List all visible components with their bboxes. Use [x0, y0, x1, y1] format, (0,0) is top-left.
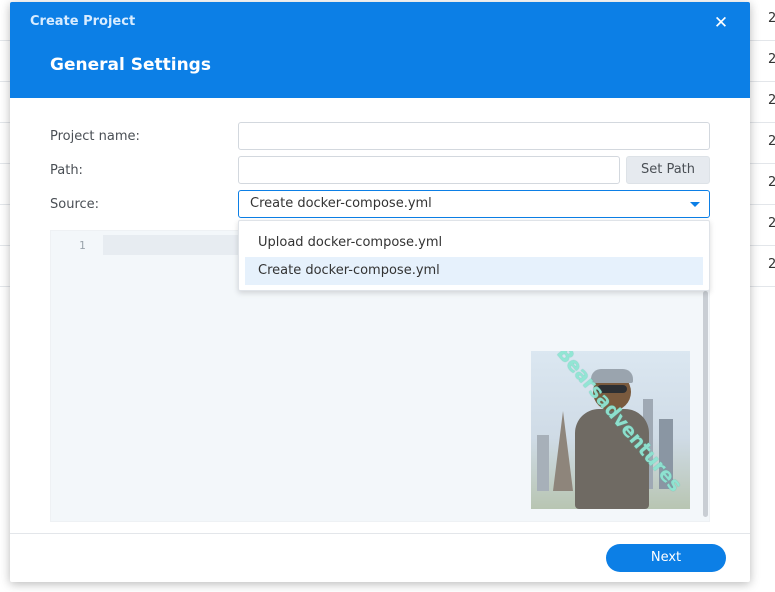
editor-active-line[interactable] [103, 235, 243, 255]
dropdown-option-upload[interactable]: Upload docker-compose.yml [245, 229, 703, 257]
city-building-shape [537, 435, 549, 491]
project-name-input[interactable] [238, 122, 710, 150]
close-icon[interactable]: ✕ [710, 12, 732, 34]
list-item-value: 2 [768, 257, 775, 272]
footer-divider [10, 533, 750, 534]
list-item-value: 2 [768, 175, 775, 190]
tower-shape [553, 411, 573, 491]
list-item-value: 2 [768, 52, 775, 67]
source-select-value: Create docker-compose.yml [250, 196, 432, 211]
watermark-image: Bearsadventures [531, 351, 690, 509]
path-input[interactable] [238, 156, 620, 184]
list-item-value: 2 [768, 93, 775, 108]
project-name-label: Project name: [50, 129, 140, 144]
line-number: 1 [79, 239, 86, 252]
dialog-header: Create Project ✕ General Settings [10, 2, 750, 98]
source-select[interactable]: Create docker-compose.yml [238, 190, 710, 218]
list-item-value: 2 [768, 134, 775, 149]
caret-down-icon [690, 202, 700, 207]
create-project-dialog: Create Project ✕ General Settings Projec… [10, 2, 750, 582]
list-item-value: 2 [768, 11, 775, 26]
dialog-title: Create Project [30, 14, 136, 29]
step-title: General Settings [50, 55, 211, 75]
next-button[interactable]: Next [606, 544, 726, 572]
editor-scrollbar[interactable] [703, 291, 708, 517]
list-item-value: 2 [768, 216, 775, 231]
source-dropdown-menu: Upload docker-compose.yml Create docker-… [238, 220, 710, 291]
path-label: Path: [50, 163, 83, 178]
dropdown-option-create[interactable]: Create docker-compose.yml [245, 257, 703, 285]
source-label: Source: [50, 197, 100, 212]
set-path-button[interactable]: Set Path [626, 156, 710, 184]
